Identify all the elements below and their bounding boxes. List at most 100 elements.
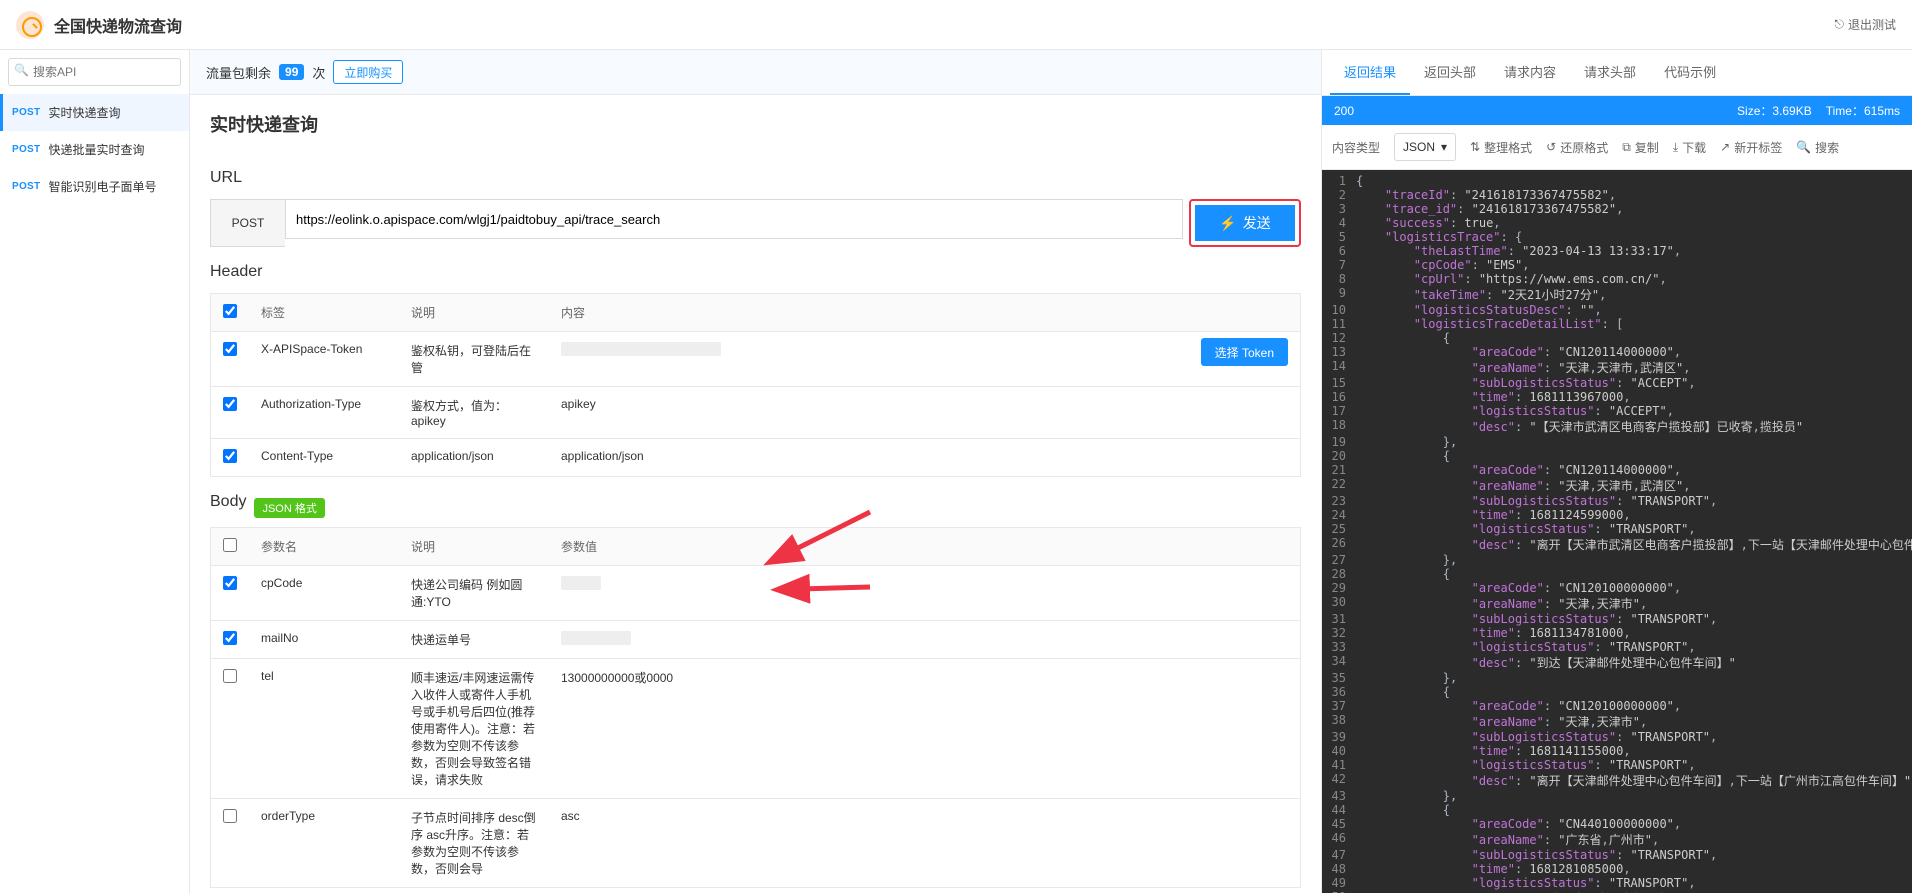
body-check-all[interactable] [223,538,237,552]
code-line: 34 "desc": "到达【天津邮件处理中心包件车间】" [1322,654,1912,671]
select-token-button[interactable]: 选择 Token [1201,338,1288,366]
main-layout: POST实时快递查询POST快递批量实时查询POST智能识别电子面单号 流量包剩… [0,50,1912,893]
chevron-down-icon: ▾ [1441,140,1447,154]
newtab-label: 新开标签 [1734,139,1782,156]
code-line: 40 "time": 1681141155000, [1322,744,1912,758]
row-checkbox[interactable] [223,397,237,411]
cell-value[interactable]: application/json [549,439,1301,477]
code-line: 48 "time": 1681281085000, [1322,862,1912,876]
url-label: URL [210,169,1301,187]
code-line: 21 "areaCode": "CN120114000000", [1322,463,1912,477]
quota-prefix: 流量包剩余 [206,63,271,82]
row-checkbox[interactable] [223,576,237,590]
cell-value[interactable] [549,621,1301,659]
response-tab-4[interactable]: 代码示例 [1650,50,1730,95]
code-line: 4 "success": true, [1322,216,1912,230]
sidebar-item-label: 快递批量实时查询 [48,141,144,158]
code-line: 12 { [1322,331,1912,345]
cell-desc: 快递运单号 [399,621,549,659]
download-button[interactable]: ⤓下载 [1673,139,1706,156]
header-col-value: 内容 [549,294,1301,332]
url-section: URL POST ⚡ 发送 [190,153,1321,247]
code-line: 5 "logisticsTrace": { [1322,230,1912,244]
code-line: 47 "subLogisticsStatus": "TRANSPORT", [1322,848,1912,862]
response-body[interactable]: 1{2 "traceId": "241618173367475582",3 "t… [1322,170,1912,893]
response-panel: 返回结果返回头部请求内容请求头部代码示例 200 Size：3.69KB Tim… [1322,50,1912,893]
send-button[interactable]: ⚡ 发送 [1195,205,1295,241]
logo-icon [16,11,44,39]
format-icon: ⇅ [1470,140,1480,154]
code-line: 2 "traceId": "241618173367475582", [1322,188,1912,202]
response-tab-1[interactable]: 返回头部 [1410,50,1490,95]
search-input[interactable] [8,58,181,86]
buy-button[interactable]: 立即购买 [333,60,403,84]
code-line: 33 "logisticsStatus": "TRANSPORT", [1322,640,1912,654]
body-section-title: Body [210,493,246,511]
cell-value[interactable]: 选择 Token [549,332,1301,387]
code-line: 1{ [1322,174,1912,188]
sidebar-item-2[interactable]: POST 智能识别电子面单号 [0,168,189,205]
exit-icon: ⎋ [1834,17,1844,32]
code-line: 8 "cpUrl": "https://www.ems.com.cn/", [1322,272,1912,286]
row-checkbox[interactable] [223,342,237,356]
restore-label: 还原格式 [1560,139,1608,156]
code-line: 18 "desc": "【天津市武清区电商客户揽投部】已收寄,揽投员" [1322,418,1912,435]
code-line: 27 }, [1322,553,1912,567]
code-line: 16 "time": 1681113967000, [1322,390,1912,404]
table-row: X-APISpace-Token 鉴权私钥，可登陆后在管 选择 Token [211,332,1301,387]
content-type-select[interactable]: JSON ▾ [1394,133,1456,161]
cell-desc: 鉴权方式，值为：apikey [399,387,549,439]
page-title-section: 实时快递查询 [190,95,1321,137]
search-label: 搜索 [1815,139,1839,156]
content-type-value: JSON [1403,140,1435,154]
code-line: 30 "areaName": "天津,天津市", [1322,595,1912,612]
code-line: 38 "areaName": "天津,天津市", [1322,713,1912,730]
row-checkbox[interactable] [223,631,237,645]
restore-button[interactable]: ↺还原格式 [1546,139,1608,156]
newtab-button[interactable]: ↗新开标签 [1720,139,1782,156]
header-col-name: 标签 [249,294,399,332]
search-button[interactable]: 🔍搜索 [1796,139,1839,156]
url-input[interactable] [285,199,1183,239]
header-check-all[interactable] [223,304,237,318]
cell-value[interactable]: asc [549,799,1301,888]
header-table: 标签 说明 内容 X-APISpace-Token 鉴权私钥，可登陆后在管 选择… [210,293,1301,477]
cell-desc: 快递公司编码 例如圆通:YTO [399,566,549,621]
code-line: 42 "desc": "离开【天津邮件处理中心包件车间】,下一站【广州市江高包件… [1322,772,1912,789]
body-section: Body JSON 格式 参数名 说明 参数值 cpCode 快递公司编码 例如… [190,477,1321,888]
exit-test-button[interactable]: ⎋ 退出测试 [1834,16,1896,33]
code-line: 17 "logisticsStatus": "ACCEPT", [1322,404,1912,418]
response-tab-3[interactable]: 请求头部 [1570,50,1650,95]
sidebar-item-1[interactable]: POST快递批量实时查询 [0,131,189,168]
response-tab-2[interactable]: 请求内容 [1490,50,1570,95]
code-line: 25 "logisticsStatus": "TRANSPORT", [1322,522,1912,536]
code-line: 19 }, [1322,435,1912,449]
copy-label: 复制 [1635,139,1659,156]
sidebar-item-label: 智能识别电子面单号 [48,178,156,195]
row-checkbox[interactable] [223,669,237,683]
url-row: POST ⚡ 发送 [210,199,1301,247]
sidebar: POST实时快递查询POST快递批量实时查询 POST 智能识别电子面单号 [0,50,190,893]
cell-value[interactable]: 13000000000或0000 [549,659,1301,799]
cell-name: Content-Type [249,439,399,477]
page-title: 实时快递查询 [210,111,1301,137]
cell-name: cpCode [249,566,399,621]
copy-button[interactable]: ⧉复制 [1622,139,1659,156]
table-row: tel 顺丰速运/丰网速运需传入收件人或寄件人手机号或手机号后四位(推荐使用寄件… [211,659,1301,799]
body-col-desc: 说明 [399,528,549,566]
row-checkbox[interactable] [223,809,237,823]
format-button[interactable]: ⇅整理格式 [1470,139,1532,156]
response-time: Time：615ms [1826,102,1900,119]
download-label: 下载 [1682,139,1706,156]
code-line: 49 "logisticsStatus": "TRANSPORT", [1322,876,1912,890]
cell-value[interactable]: apikey [549,387,1301,439]
code-line: 31 "subLogisticsStatus": "TRANSPORT", [1322,612,1912,626]
row-checkbox[interactable] [223,449,237,463]
response-tab-0[interactable]: 返回结果 [1330,50,1410,95]
method-box[interactable]: POST [210,199,285,247]
quota-bar: 流量包剩余 99 次 立即购买 [190,50,1321,95]
cell-name: X-APISpace-Token [249,332,399,387]
top-header: 全国快递物流查询 ⎋ 退出测试 [0,0,1912,50]
sidebar-item-0[interactable]: POST实时快递查询 [0,94,189,131]
method-tag: POST [12,181,40,192]
